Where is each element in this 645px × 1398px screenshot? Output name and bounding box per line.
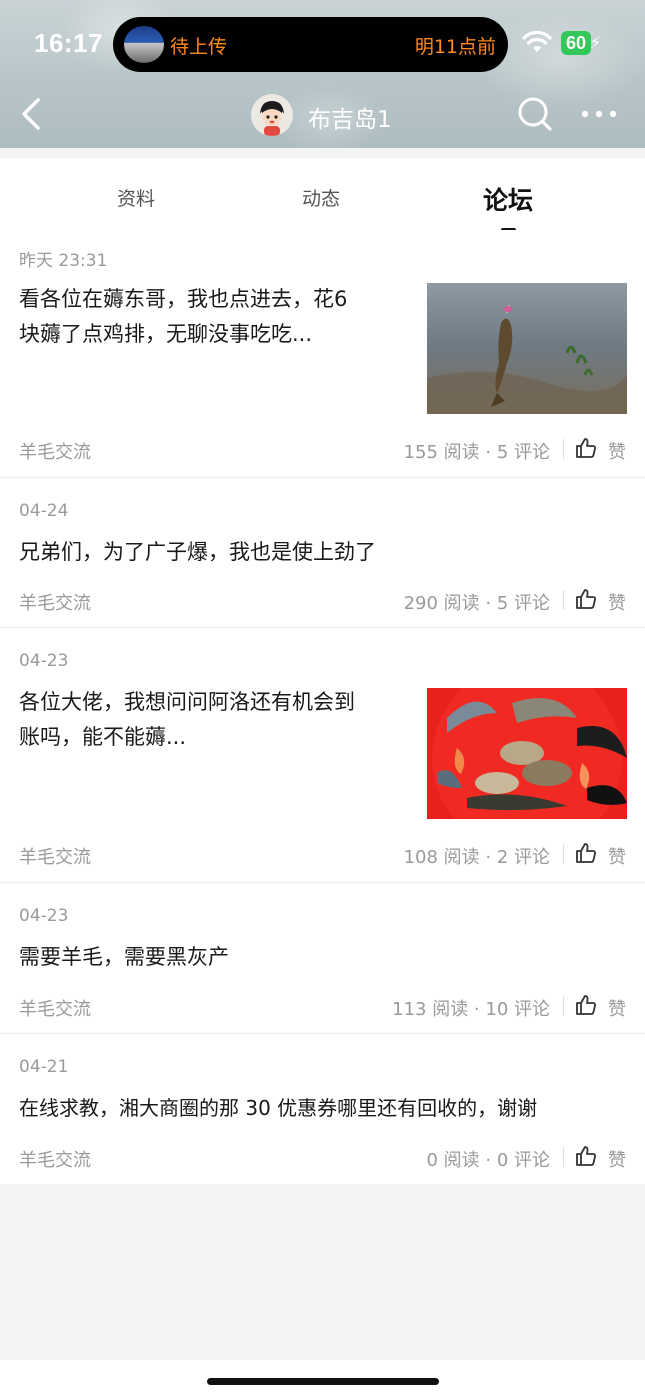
island-deadline-label: 明11点前	[414, 36, 496, 58]
post-category[interactable]: 羊毛交流	[19, 995, 91, 1021]
post-text: 各位大佬，我想问问阿洛还有机会到 账吗，能不能薅...	[19, 690, 355, 749]
post-stats: 0 阅读 · 0 评论	[426, 1150, 550, 1171]
post-date: 04-23	[19, 651, 69, 671]
post-category[interactable]: 羊毛交流	[19, 589, 91, 615]
battery-icon: 60	[561, 31, 591, 55]
back-chevron-icon[interactable]	[18, 96, 44, 132]
divider	[563, 590, 564, 610]
more-icon[interactable]	[580, 104, 618, 124]
post-stats: 113 阅读 · 10 评论	[392, 999, 550, 1020]
post-image[interactable]	[427, 283, 627, 414]
divider	[563, 844, 564, 864]
divider	[563, 439, 564, 459]
post-text: 需要羊毛，需要黑灰产	[19, 945, 229, 969]
like-button-label[interactable]: 赞	[608, 438, 626, 464]
post-category[interactable]: 羊毛交流	[19, 1146, 91, 1172]
like-button-label[interactable]: 赞	[608, 843, 626, 869]
post-text: 在线求教，湘大商圈的那 30 优惠券哪里还有回收的，谢谢	[19, 1096, 538, 1120]
divider	[563, 996, 564, 1016]
search-icon[interactable]	[516, 95, 554, 133]
post-category[interactable]: 羊毛交流	[19, 843, 91, 869]
list-item[interactable]: 04-23 各位大佬，我想问问阿洛还有机会到 账吗，能不能薅... 羊毛交流 1…	[0, 628, 645, 882]
divider	[563, 1147, 564, 1167]
like-button-label[interactable]: 赞	[608, 1146, 626, 1172]
post-stats: 290 阅读 · 5 评论	[403, 593, 550, 614]
post-image[interactable]	[427, 688, 627, 819]
list-item[interactable]: 04-21 在线求教，湘大商圈的那 30 优惠券哪里还有回收的，谢谢 羊毛交流 …	[0, 1034, 645, 1184]
dynamic-island[interactable]: 待上传 明11点前	[113, 17, 508, 72]
tab-forum[interactable]: 论坛	[483, 181, 533, 217]
post-date: 昨天 23:31	[19, 251, 108, 271]
charging-bolt-icon: ⚡	[590, 33, 602, 52]
post-text: 看各位在薅东哥，我也点进去，花6 块薅了点鸡排，无聊没事吃吃...	[19, 287, 348, 346]
tab-bar: 资料 动态 论坛	[0, 148, 645, 232]
home-indicator[interactable]	[207, 1378, 439, 1385]
post-stats: 108 阅读 · 2 评论	[403, 847, 550, 868]
list-item[interactable]: 昨天 23:31 看各位在薅东哥，我也点进去，花6 块薅了点鸡排，无聊没事吃吃.…	[0, 230, 645, 477]
post-date: 04-23	[19, 906, 69, 926]
post-text: 兄弟们，为了广子爆，我也是使上劲了	[19, 540, 376, 564]
post-date: 04-21	[19, 1057, 69, 1077]
island-status-label: 待上传	[170, 36, 228, 58]
thumbs-up-icon[interactable]	[575, 994, 597, 1016]
thumbs-up-icon[interactable]	[575, 588, 597, 610]
island-thumbnail	[124, 26, 164, 63]
post-category[interactable]: 羊毛交流	[19, 438, 91, 464]
post-date: 04-24	[19, 501, 69, 521]
like-button-label[interactable]: 赞	[608, 995, 626, 1021]
list-item[interactable]: 04-24 兄弟们，为了广子爆，我也是使上劲了 羊毛交流 290 阅读 · 5 …	[0, 478, 645, 627]
thumbs-up-icon[interactable]	[575, 842, 597, 864]
thumbs-up-icon[interactable]	[575, 437, 597, 459]
tab-profile[interactable]: 资料	[117, 184, 155, 211]
post-stats: 155 阅读 · 5 评论	[403, 442, 550, 463]
avatar[interactable]	[251, 94, 293, 136]
wifi-icon	[522, 30, 552, 52]
thumbs-up-icon[interactable]	[575, 1145, 597, 1167]
like-button-label[interactable]: 赞	[608, 589, 626, 615]
list-item[interactable]: 04-23 需要羊毛，需要黑灰产 羊毛交流 113 阅读 · 10 评论 赞	[0, 883, 645, 1033]
status-time: 16:17	[34, 28, 103, 58]
tab-activity[interactable]: 动态	[302, 184, 340, 211]
page-title: 布吉岛1	[308, 107, 392, 133]
